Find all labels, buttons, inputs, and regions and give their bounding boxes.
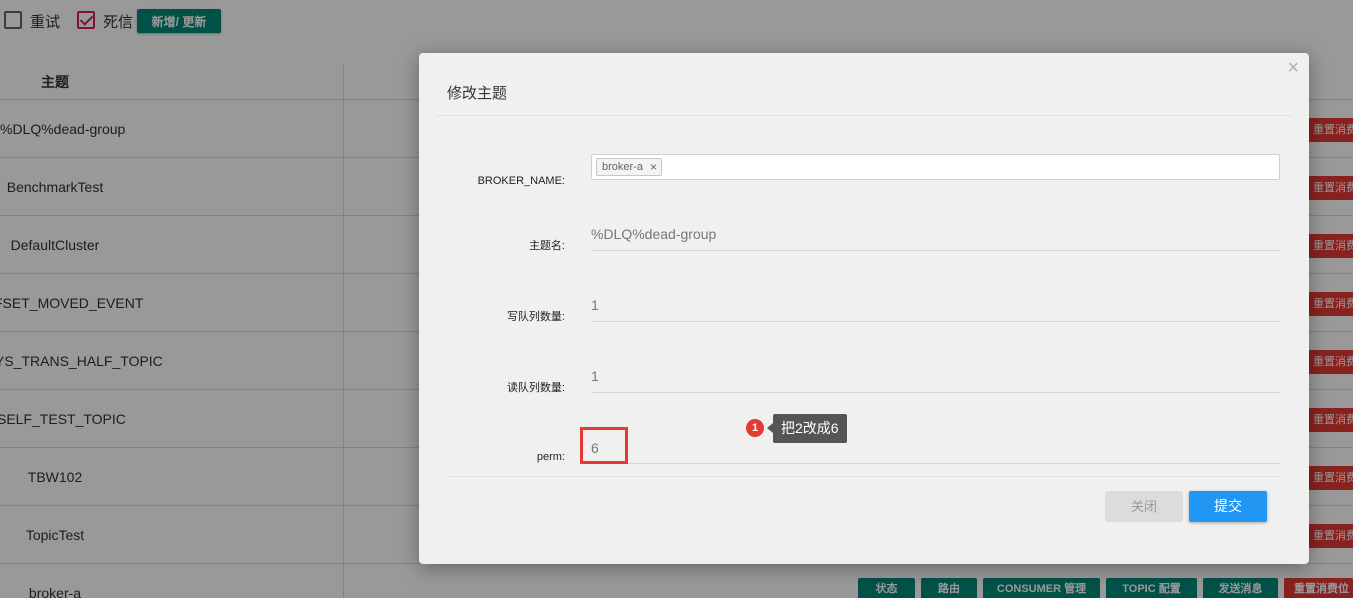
close-button[interactable]: 关闭 <box>1105 491 1183 522</box>
broker-tag-label: broker-a <box>602 161 643 173</box>
annotation-tooltip: 把2改成6 <box>767 414 847 443</box>
divider <box>449 476 1280 477</box>
field-underline <box>591 250 1280 251</box>
broker-tag: broker-a × <box>596 158 662 176</box>
broker-name-label: BROKER_NAME: <box>477 175 565 187</box>
divider <box>435 115 1293 116</box>
submit-button[interactable]: 提交 <box>1189 491 1267 522</box>
topic-name-label: 主题名: <box>528 240 565 252</box>
perm-label: perm: <box>536 451 565 463</box>
close-icon[interactable]: × <box>1287 57 1299 80</box>
read-queue-label: 读队列数量: <box>506 382 565 394</box>
edit-topic-dialog: × 修改主题 BROKER_NAME: broker-a × 主题名: %DLQ… <box>419 53 1309 564</box>
broker-name-select[interactable]: broker-a × <box>591 154 1280 180</box>
dialog-title: 修改主题 <box>447 85 508 102</box>
field-underline <box>591 321 1280 322</box>
field-underline <box>591 463 1280 464</box>
write-queue-input[interactable]: 1 <box>591 297 599 313</box>
write-queue-label: 写队列数量: <box>506 311 565 323</box>
step-number-badge: 1 <box>746 419 764 437</box>
topic-name-field: %DLQ%dead-group <box>591 226 717 242</box>
perm-highlight-box <box>580 427 628 464</box>
field-underline <box>591 392 1280 393</box>
read-queue-input[interactable]: 1 <box>591 368 599 384</box>
remove-tag-icon[interactable]: × <box>650 159 657 175</box>
